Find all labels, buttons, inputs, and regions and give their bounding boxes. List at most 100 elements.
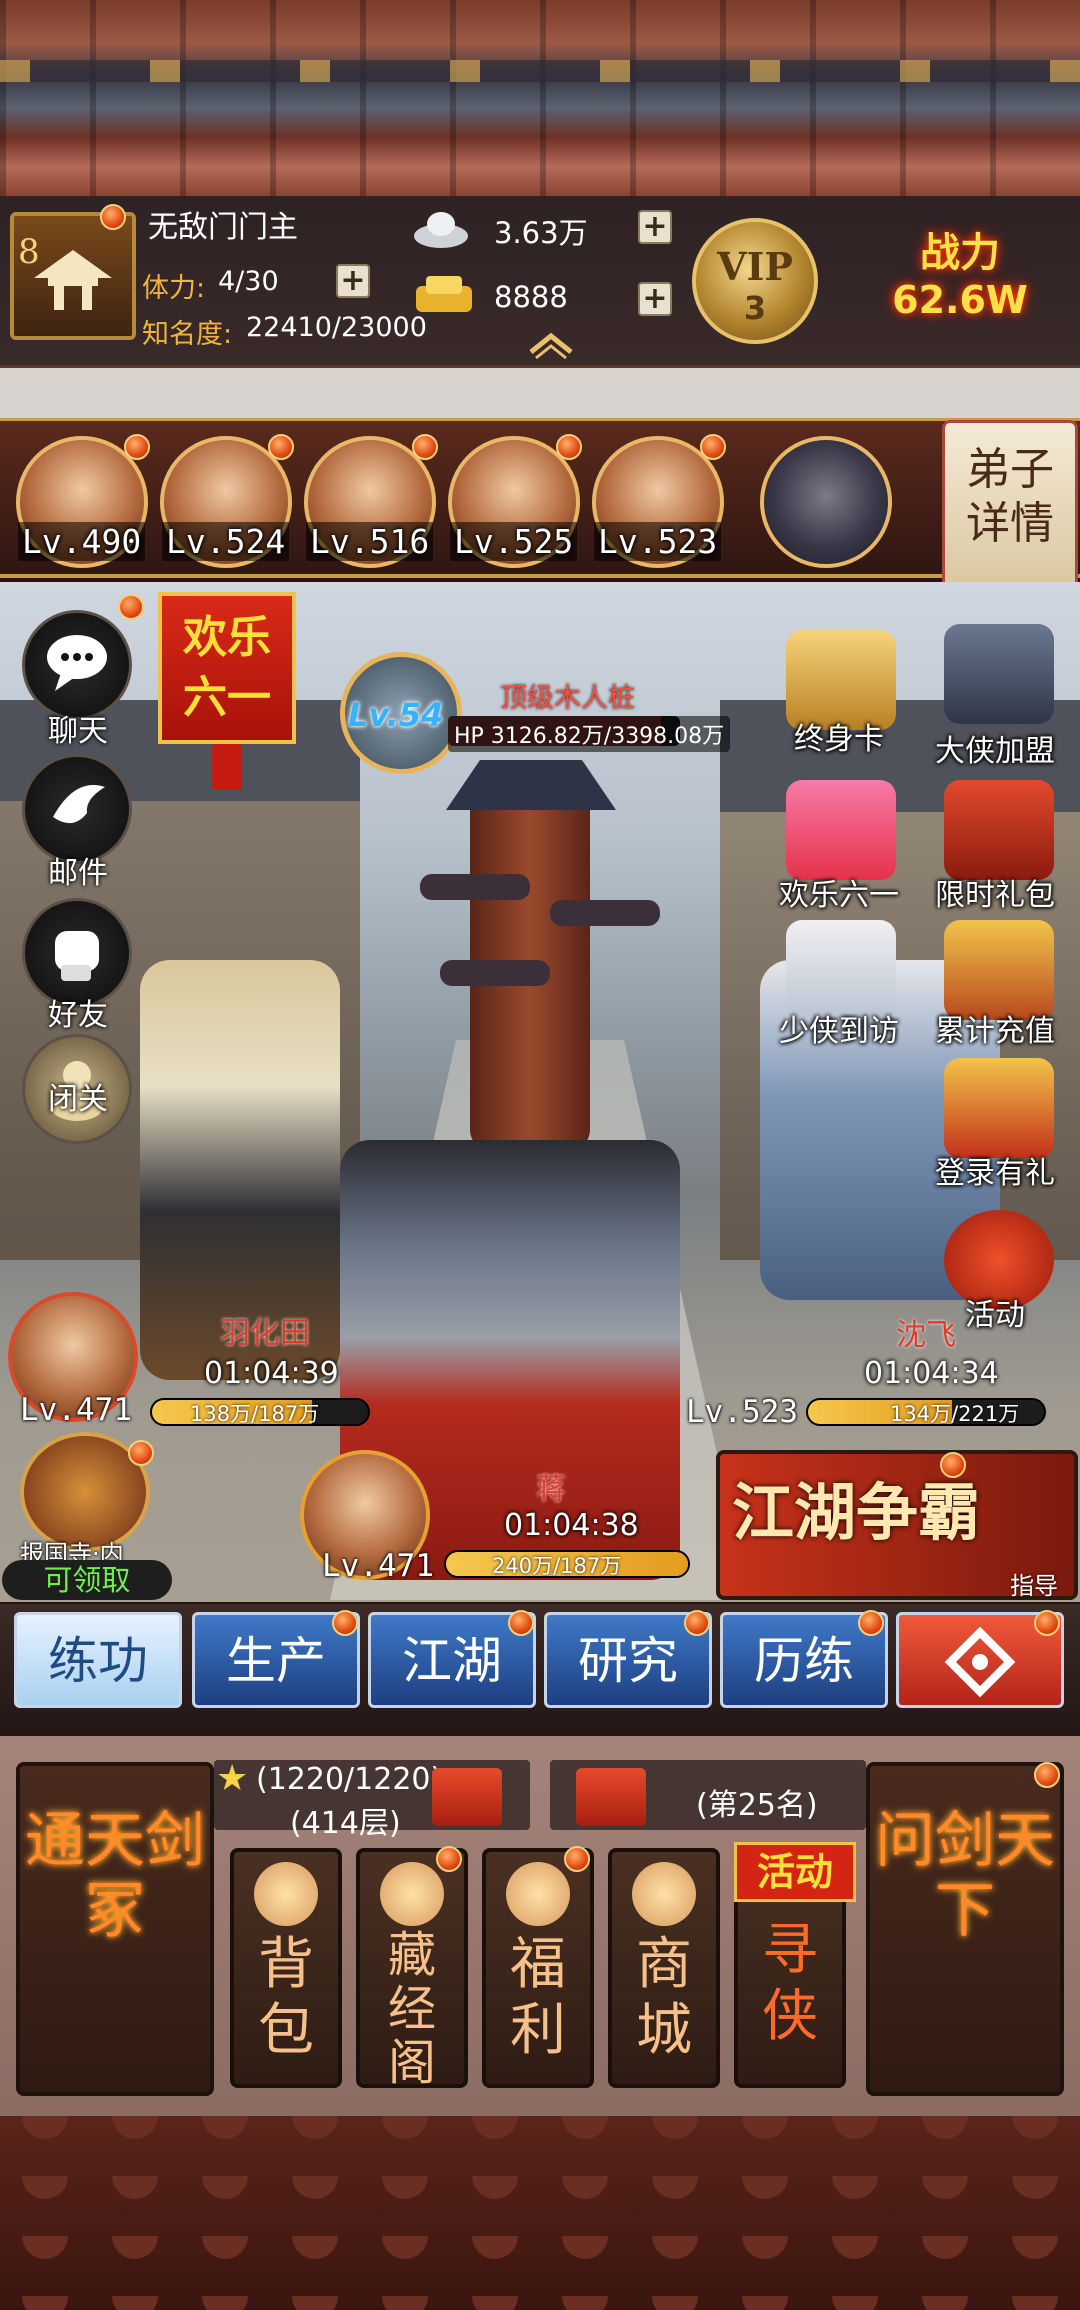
banner-line-1: 欢乐 — [183, 612, 271, 663]
add-stamina-button[interactable]: + — [336, 264, 370, 298]
diamond-knot-icon — [944, 1626, 1016, 1698]
silver-ingot-icon — [412, 206, 470, 254]
fame-value: 22410/23000 — [246, 312, 427, 343]
gift-box-icon[interactable] — [432, 1768, 502, 1826]
target-name: 顶级木人桩 — [500, 683, 635, 714]
notification-dot — [508, 1610, 534, 1636]
stamina-value: 4/30 — [218, 266, 279, 297]
vip-badge[interactable]: VIP 3 — [692, 218, 818, 344]
team-level-2: Lv.524 — [162, 522, 290, 561]
sword-tomb-button[interactable]: 通天剑冢 — [16, 1762, 214, 2096]
visitor-button[interactable] — [786, 920, 896, 1020]
expand-chevron-icon[interactable] — [526, 330, 576, 364]
login-reward-label: 登录有礼 — [935, 1156, 1055, 1191]
notification-dot — [100, 204, 126, 230]
stamina-label: 体力: — [142, 273, 206, 304]
notification-dot — [1034, 1610, 1060, 1636]
disciple-details-button[interactable]: 弟子 详情 — [942, 420, 1078, 590]
silver-amount: 3.63万 — [494, 216, 588, 250]
separator-strip — [0, 368, 1080, 418]
notification-dot — [436, 1846, 462, 1872]
fighter-name-1: 羽化田 — [220, 1316, 310, 1351]
combat-power[interactable]: 战力 62.6W — [860, 220, 1060, 350]
mail-label: 邮件 — [48, 856, 108, 891]
childrens-day-event-label: 欢乐六一 — [779, 878, 899, 913]
backpack-button[interactable]: 背包 — [230, 1848, 342, 2088]
fighter-timer-2: 01:04:38 — [504, 1508, 639, 1543]
activity-tag: 活动 — [734, 1842, 856, 1902]
notification-dot — [412, 434, 438, 460]
notification-dot — [564, 1846, 590, 1872]
add-silver-button[interactable]: + — [638, 210, 672, 244]
coin-icon — [506, 1862, 570, 1926]
notification-dot — [118, 594, 144, 620]
chat-bubble-icon — [47, 635, 107, 691]
star-icon: ★ — [216, 1758, 249, 1799]
hooded-hero-portrait — [760, 436, 892, 568]
seclusion-label: 闭关 — [48, 1082, 108, 1117]
notification-dot — [700, 434, 726, 460]
hero-join-button[interactable] — [944, 624, 1054, 724]
vip-level: 3 — [743, 289, 767, 327]
fighter-name-2: 蒋 — [536, 1472, 566, 1507]
visitor-label: 少侠到访 — [779, 1014, 899, 1049]
notification-dot — [268, 434, 294, 460]
childrens-day-event-button[interactable] — [786, 780, 896, 880]
shop-button[interactable]: 商城 — [608, 1848, 720, 2088]
gift-box-icon[interactable] — [576, 1768, 646, 1826]
add-gold-button[interactable]: + — [638, 282, 672, 316]
detail-label-2: 详情 — [966, 498, 1054, 549]
team-member-6[interactable] — [760, 436, 892, 568]
fighter-hp-text-2: 240万/187万 — [492, 1554, 622, 1578]
childrens-day-banner[interactable]: 欢乐 六一 — [158, 592, 296, 744]
notification-dot — [858, 1610, 884, 1636]
tassel-icon — [212, 744, 242, 790]
library-button[interactable]: 藏经阁 — [356, 1848, 468, 2091]
notification-dot — [332, 1610, 358, 1636]
notification-dot — [556, 434, 582, 460]
find-hero-label: 寻侠 — [762, 1918, 818, 2049]
dummy-arm — [420, 874, 530, 900]
ask-sword-button[interactable]: 问剑天下 — [866, 1762, 1064, 2096]
friends-label: 好友 — [48, 998, 108, 1033]
bag-icon — [254, 1862, 318, 1926]
power-value: 62.6W — [892, 278, 1028, 322]
floor-pattern — [0, 2116, 1080, 2310]
notification-dot — [684, 1610, 710, 1636]
roof-background — [0, 0, 1080, 196]
fighter-hp-text-3: 134万/221万 — [890, 1402, 1020, 1426]
shop-icon — [632, 1862, 696, 1926]
tab-training[interactable]: 练功 — [14, 1612, 182, 1708]
welfare-button[interactable]: 福利 — [482, 1848, 594, 2088]
banner-line-2: 六一 — [183, 672, 271, 723]
limited-pack-button[interactable] — [944, 780, 1054, 880]
shop-label: 商城 — [636, 1932, 692, 2063]
guide-label: 指导 — [1010, 1572, 1058, 1600]
library-label: 藏经阁 — [387, 1927, 436, 2091]
gold-ingot-icon — [412, 272, 476, 322]
backpack-label: 背包 — [258, 1932, 314, 2063]
fighter-name-3: 沈飞 — [896, 1318, 956, 1353]
gold-amount: 8888 — [494, 280, 568, 314]
notification-dot — [124, 434, 150, 460]
notification-dot — [940, 1452, 966, 1478]
fighter-hp-text-1: 138万/187万 — [190, 1402, 320, 1426]
fighter-level-2: Lv.471 — [322, 1548, 434, 1584]
login-reward-button[interactable] — [944, 1058, 1054, 1158]
target-hp-text: HP 3126.82万/3398.08万 — [448, 716, 731, 752]
claim-button[interactable]: 可领取 — [2, 1560, 172, 1600]
player-name: 无敌门门主 — [148, 210, 298, 245]
chat-button[interactable] — [22, 610, 132, 720]
rank-text: (第25名) — [696, 1788, 818, 1823]
vip-label: VIP — [717, 244, 793, 289]
team-level-1: Lv.490 — [18, 522, 146, 561]
fighter-timer-3: 01:04:34 — [864, 1356, 999, 1391]
hero-join-label: 大侠加盟 — [935, 734, 1055, 769]
jianghu-contest-title: 江湖争霸 — [732, 1476, 981, 1549]
fighter-timer-1: 01:04:39 — [204, 1356, 339, 1391]
team-level-5: Lv.523 — [594, 522, 722, 561]
recharge-total-button[interactable] — [944, 920, 1054, 1020]
team-level-4: Lv.525 — [450, 522, 578, 561]
chat-label: 聊天 — [48, 714, 108, 749]
lifetime-card-label: 终身卡 — [794, 722, 884, 757]
